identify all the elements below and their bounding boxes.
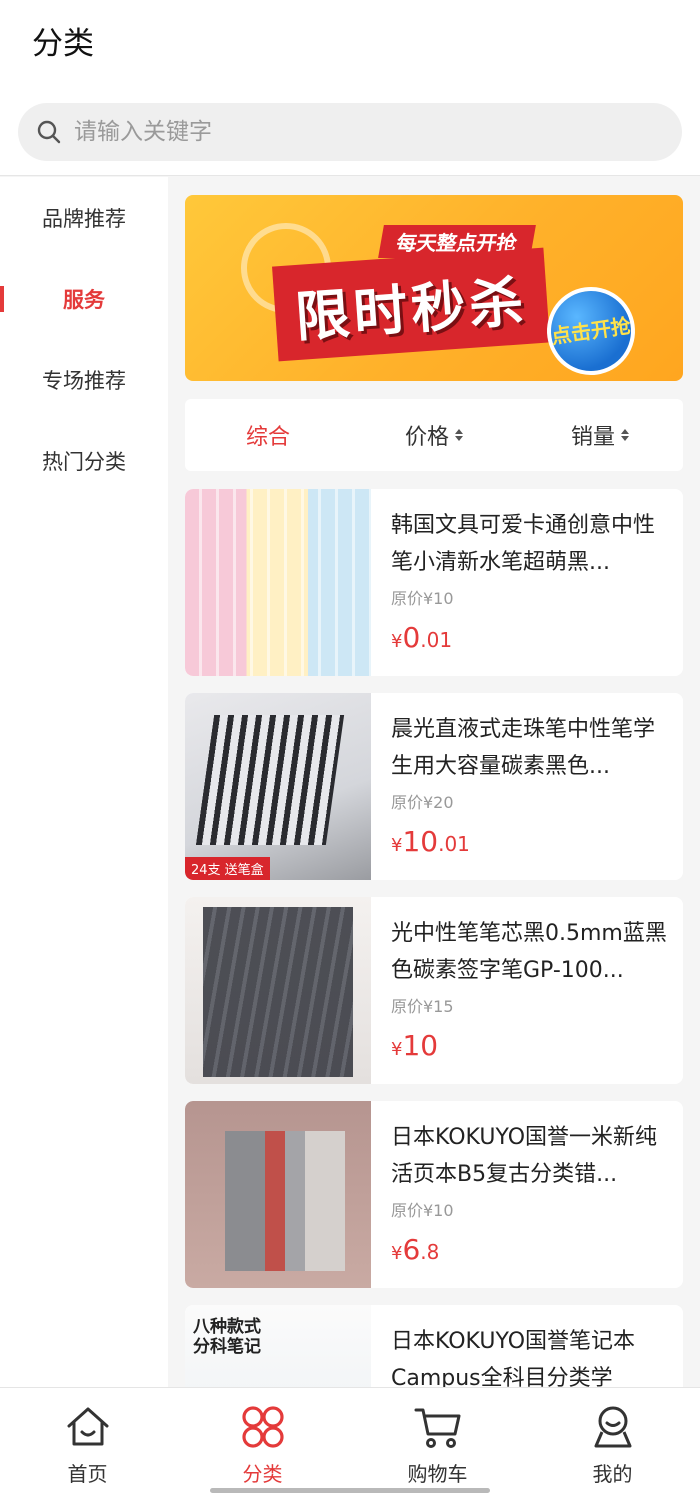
nav-label: 首页: [67, 1462, 108, 1486]
search-input[interactable]: [74, 119, 634, 145]
product-card[interactable]: 韩国文具可爱卡通创意中性笔小清新水笔超萌黑... 原价¥10 ¥0.01: [185, 489, 683, 676]
currency-symbol: ¥: [391, 1039, 403, 1060]
header: 分类: [0, 0, 700, 176]
price-decimal: .01: [420, 628, 453, 652]
product-original-price: 原价¥20: [391, 793, 454, 812]
product-card[interactable]: 光中性笔笔芯黑0.5mm蓝黑色碳素签字笔GP-100... 原价¥15 ¥10: [185, 897, 683, 1084]
sidebar-item-service[interactable]: 服务: [0, 258, 168, 339]
sidebar-item-hot[interactable]: 热门分类: [0, 420, 168, 501]
currency-symbol: ¥: [391, 835, 403, 856]
image-tag: 24支 送笔盒: [185, 857, 270, 880]
nav-home[interactable]: 首页: [0, 1388, 175, 1495]
nav-profile[interactable]: 我的: [525, 1388, 700, 1495]
product-title: 晨光直液式走珠笔中性笔学生用大容量碳素黑色...: [391, 717, 656, 779]
sort-bar: 综合 价格 销量: [185, 399, 683, 471]
product-card[interactable]: 八种款式 分科笔记 日本KOKUYO国誉笔记本Campus全科目分类学: [185, 1305, 683, 1387]
price-integer: 10: [402, 1029, 439, 1062]
product-original-price: 原价¥15: [391, 997, 454, 1016]
product-image: [185, 489, 371, 676]
product-card[interactable]: 日本KOKUYO国誉一米新纯活页本B5复古分类错... 原价¥10 ¥6.8: [185, 1101, 683, 1288]
product-info: 韩国文具可爱卡通创意中性笔小清新水笔超萌黑... 原价¥10 ¥0.01: [371, 489, 683, 676]
product-list: 韩国文具可爱卡通创意中性笔小清新水笔超萌黑... 原价¥10 ¥0.01 24支…: [185, 489, 683, 1387]
sort-comprehensive[interactable]: 综合: [185, 419, 351, 451]
category-sidebar: 品牌推荐 服务 专场推荐 热门分类: [0, 177, 168, 1387]
currency-symbol: ¥: [391, 1243, 403, 1264]
profile-icon: [594, 1406, 631, 1448]
sort-sales[interactable]: 销量: [517, 419, 683, 451]
search-icon: [37, 120, 61, 144]
category-icon: [241, 1406, 284, 1448]
product-image: 24支 送笔盒: [185, 693, 371, 880]
sort-arrows-icon: [621, 429, 629, 441]
nav-category[interactable]: 分类: [175, 1388, 350, 1495]
banner-title: 限时秒杀: [272, 247, 550, 362]
sort-label: 销量: [570, 425, 615, 450]
nav-label: 分类: [242, 1462, 283, 1486]
product-info: 光中性笔笔芯黑0.5mm蓝黑色碳素签字笔GP-100... 原价¥15 ¥10: [371, 897, 683, 1084]
product-info: 日本KOKUYO国誉一米新纯活页本B5复古分类错... 原价¥10 ¥6.8: [371, 1101, 683, 1288]
sort-price[interactable]: 价格: [351, 419, 517, 451]
product-info: 日本KOKUYO国誉笔记本Campus全科目分类学: [371, 1305, 683, 1387]
product-image: 八种款式 分科笔记: [185, 1305, 371, 1387]
price-integer: 0: [402, 621, 421, 654]
product-info: 晨光直液式走珠笔中性笔学生用大容量碳素黑色... 原价¥20 ¥10.01: [371, 693, 683, 880]
currency-symbol: ¥: [391, 631, 403, 652]
home-icon: [67, 1407, 108, 1446]
search-bar[interactable]: [18, 103, 682, 161]
product-original-price: 原价¥10: [391, 1201, 454, 1220]
home-indicator: [210, 1488, 490, 1493]
price-integer: 6: [402, 1233, 421, 1266]
product-title: 日本KOKUYO国誉一米新纯活页本B5复古分类错...: [391, 1125, 658, 1187]
page-title: 分类: [32, 26, 94, 62]
nav-cart[interactable]: 购物车: [350, 1388, 525, 1495]
main-content: 每天整点开抢 限时秒杀 点击开抢 综合 价格 销量 韩国文具可爱卡通创意中性笔小…: [168, 177, 700, 1387]
product-original-price: 原价¥10: [391, 589, 454, 608]
sort-arrows-icon: [455, 429, 463, 441]
product-price: ¥10.01: [391, 825, 669, 858]
sidebar-item-brand[interactable]: 品牌推荐: [0, 177, 168, 258]
bottom-nav: 首页 分类 购物车 我的: [0, 1387, 700, 1495]
product-image: [185, 1101, 371, 1288]
product-title: 韩国文具可爱卡通创意中性笔小清新水笔超萌黑...: [391, 513, 656, 575]
product-title: 光中性笔笔芯黑0.5mm蓝黑色碳素签字笔GP-100...: [391, 921, 667, 983]
sort-label: 价格: [404, 425, 449, 450]
product-price: ¥6.8: [391, 1233, 669, 1266]
flash-sale-banner[interactable]: 每天整点开抢 限时秒杀 点击开抢: [185, 195, 683, 381]
price-decimal: .01: [438, 832, 470, 856]
sort-label: 综合: [245, 425, 290, 450]
product-price: ¥0.01: [391, 621, 669, 654]
nav-label: 我的: [592, 1462, 633, 1486]
product-card[interactable]: 24支 送笔盒 晨光直液式走珠笔中性笔学生用大容量碳素黑色... 原价¥20 ¥…: [185, 693, 683, 880]
cart-icon: [414, 1408, 460, 1448]
sidebar-item-special[interactable]: 专场推荐: [0, 339, 168, 420]
price-decimal: .8: [420, 1240, 440, 1264]
product-price: ¥10: [391, 1029, 669, 1062]
image-text: 八种款式 分科笔记: [193, 1317, 261, 1357]
nav-label: 购物车: [407, 1462, 468, 1486]
product-title: 日本KOKUYO国誉笔记本Campus全科目分类学: [391, 1329, 636, 1387]
price-integer: 10: [402, 825, 439, 858]
product-image: [185, 897, 371, 1084]
banner-button[interactable]: 点击开抢: [541, 281, 641, 381]
